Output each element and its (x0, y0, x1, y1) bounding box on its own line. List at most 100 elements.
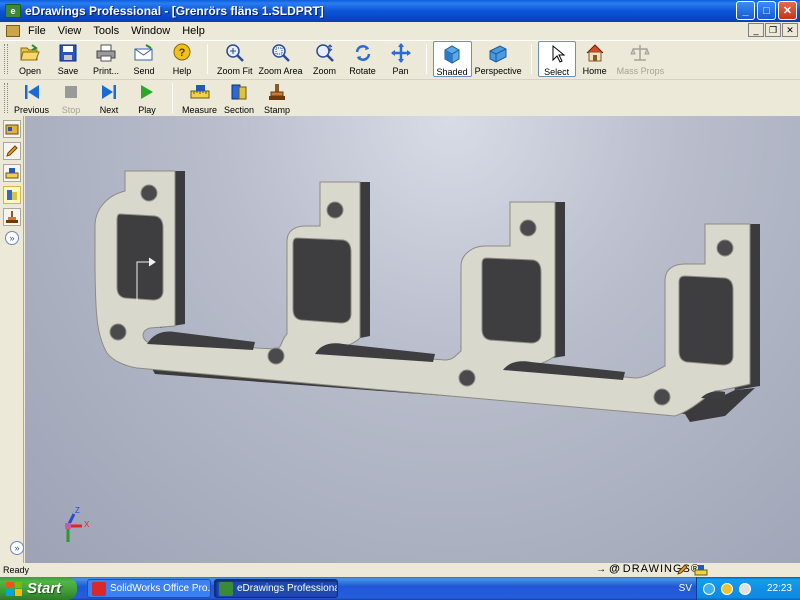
menu-view[interactable]: View (54, 25, 90, 37)
zoom-area-button[interactable]: Zoom Area (256, 41, 306, 77)
zoom-button[interactable]: Zoom (306, 41, 344, 77)
menu-window[interactable]: Window (127, 25, 178, 37)
edrawings-app-icon[interactable]: e (5, 4, 21, 18)
document-icon[interactable] (6, 25, 20, 37)
expand-panel-icon[interactable]: » (5, 231, 19, 245)
stamp-icon (267, 82, 287, 102)
play-button[interactable]: Play (128, 80, 166, 116)
zoom-fit-label: Zoom Fit (217, 66, 253, 76)
pan-icon (390, 43, 411, 63)
rotate-button[interactable]: Rotate (344, 41, 382, 77)
doc-restore-button[interactable]: ❐ (765, 23, 781, 37)
section-icon (229, 82, 249, 102)
print-label: Print... (92, 66, 119, 76)
send-button[interactable]: Send (125, 41, 163, 77)
measure-side-icon[interactable] (3, 164, 21, 182)
menu-file[interactable]: File (24, 25, 54, 37)
taskbar-item-label: eDrawings Professiona... (237, 583, 338, 594)
start-button[interactable]: Start (0, 577, 77, 600)
taskbar-item-solidworks[interactable]: SolidWorks Office Pro... (87, 579, 211, 598)
model-viewport[interactable]: X Z (25, 116, 800, 563)
doc-close-button[interactable]: ✕ (782, 23, 798, 37)
close-button[interactable]: ✕ (778, 1, 797, 20)
status-text: Ready (3, 565, 30, 575)
toolbar-grip[interactable] (4, 44, 8, 74)
maximize-button[interactable]: □ (757, 1, 776, 20)
windows-flag-icon (6, 581, 22, 596)
next-button[interactable]: Next (90, 80, 128, 116)
pan-button[interactable]: Pan (382, 41, 420, 77)
stamp-button[interactable]: Stamp (258, 80, 296, 116)
toolbar-separator (425, 44, 427, 74)
tray-network-icon[interactable] (703, 582, 715, 595)
next-label: Next (99, 105, 119, 115)
perspective-button[interactable]: Perspective (472, 41, 525, 77)
select-button[interactable]: Select (537, 41, 576, 77)
animation-toolbar: Previous Stop Next Play Measure Section (0, 79, 800, 116)
menu-help[interactable]: Help (178, 25, 213, 37)
expand-panel-bottom-icon[interactable]: » (10, 541, 24, 555)
stop-button[interactable]: Stop (52, 80, 90, 116)
perspective-icon (488, 43, 508, 63)
printer-icon (96, 43, 116, 63)
zoom-label: Zoom (313, 66, 337, 76)
system-tray: 22:23 (696, 577, 800, 600)
zoom-area-label: Zoom Area (258, 66, 303, 76)
toolbar-separator (172, 83, 174, 113)
markup-pencil-icon[interactable] (3, 142, 21, 160)
toolbar-grip[interactable] (4, 83, 8, 113)
stop-icon (61, 82, 81, 102)
component-icon[interactable] (3, 120, 21, 138)
play-icon (137, 82, 157, 102)
tray-security-icon[interactable] (721, 582, 733, 595)
minimize-button[interactable]: _ (736, 1, 755, 20)
floppy-icon (58, 43, 78, 63)
tray-update-icon[interactable] (739, 582, 751, 595)
previous-button[interactable]: Previous (11, 80, 52, 116)
measure-button[interactable]: Measure (179, 80, 220, 116)
taskbar-item-edrawings[interactable]: eDrawings Professiona... (214, 579, 338, 598)
menu-tools[interactable]: Tools (89, 25, 127, 37)
brand-arrow-icon: → (596, 563, 608, 575)
select-label: Select (544, 67, 570, 77)
open-label: Open (18, 66, 42, 76)
home-button[interactable]: Home (576, 41, 614, 77)
help-button[interactable]: ? Help (163, 41, 201, 77)
print-button[interactable]: Print... (87, 41, 125, 77)
status-bar: Ready → @ DRAWINGS® (0, 563, 800, 577)
shaded-button[interactable]: Shaded (432, 41, 472, 77)
home-label: Home (582, 66, 607, 76)
rotate-label: Rotate (349, 66, 376, 76)
brand-e-logo: @ (609, 563, 621, 575)
toolbar-separator (207, 44, 208, 74)
envelope-icon (134, 43, 154, 63)
open-button[interactable]: Open (11, 41, 49, 77)
home-icon (585, 43, 605, 63)
stop-label: Stop (61, 105, 81, 115)
triad-x-label: X (84, 520, 90, 529)
doc-minimize-button[interactable]: _ (748, 23, 764, 37)
zoom-icon (315, 43, 335, 63)
stamp-side-icon[interactable] (3, 208, 21, 226)
zoom-fit-icon (225, 43, 245, 63)
mass-props-button[interactable]: Mass Props (614, 41, 668, 77)
pan-label: Pan (392, 66, 409, 76)
measure-icon (190, 82, 210, 102)
perspective-label: Perspective (474, 66, 522, 76)
help-icon: ? (172, 43, 192, 63)
section-side-icon[interactable] (3, 186, 21, 204)
main-toolbar: Open Save Print... Send ? Help Zoom Fit (0, 40, 800, 78)
title-bar: e eDrawings Professional - [Grenrörs flä… (0, 0, 800, 22)
measure-label: Measure (182, 105, 218, 115)
zoom-fit-button[interactable]: Zoom Fit (214, 41, 256, 77)
edrawings-icon (219, 581, 233, 596)
axis-triad: X Z (60, 506, 100, 546)
folder-open-icon (20, 43, 40, 63)
clock[interactable]: 22:23 (767, 583, 792, 594)
section-button[interactable]: Section (220, 80, 258, 116)
flange-part-model[interactable] (25, 116, 800, 563)
side-panel: » » (0, 116, 24, 563)
save-button[interactable]: Save (49, 41, 87, 77)
language-indicator[interactable]: SV (679, 583, 692, 594)
shaded-cube-icon (442, 44, 462, 64)
